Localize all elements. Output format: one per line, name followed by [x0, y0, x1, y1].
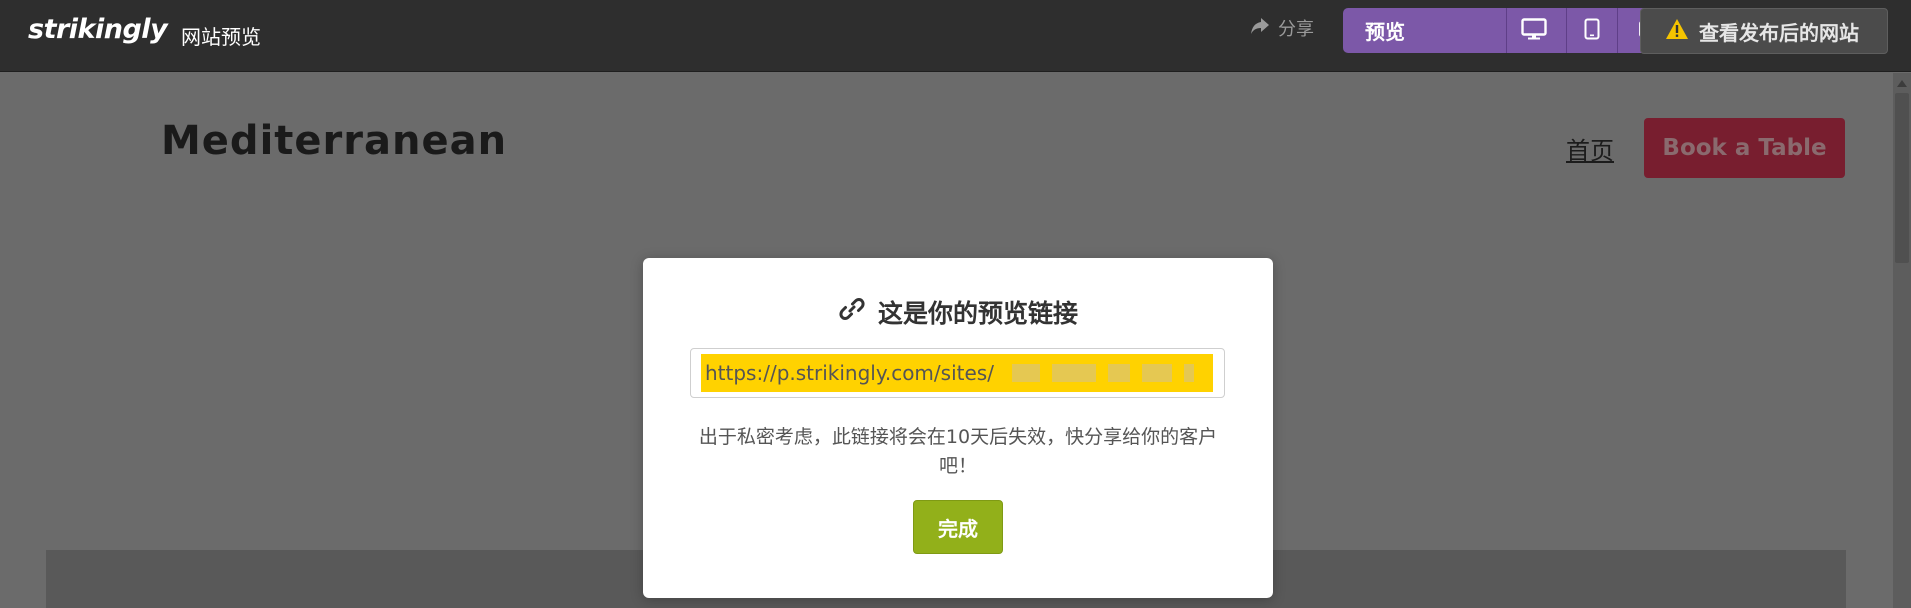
published-label: 查看发布后的网站: [1699, 20, 1859, 45]
url-selection: https://p.strikingly.com/sites/: [701, 354, 1213, 392]
scrollbar-thumb[interactable]: [1895, 93, 1909, 263]
preview-url-input[interactable]: https://p.strikingly.com/sites/: [690, 348, 1225, 398]
share-icon: [1250, 17, 1270, 40]
done-button[interactable]: 完成: [913, 500, 1003, 554]
view-published-site-button[interactable]: 查看发布后的网站: [1640, 8, 1888, 54]
desktop-view-button[interactable]: [1506, 8, 1566, 53]
strikingly-logo[interactable]: strikingly: [28, 14, 168, 45]
top-bar: strikingly 网站预览 分享 预览 查看发布后的网站: [0, 0, 1911, 72]
url-redacted: [1011, 364, 1194, 382]
modal-title: 这是你的预览链接: [643, 294, 1273, 330]
link-icon: [838, 295, 866, 329]
preview-url-text: https://p.strikingly.com/sites/: [705, 361, 994, 385]
share-button[interactable]: 分享: [1250, 15, 1314, 41]
warning-icon: [1665, 18, 1689, 45]
nav-home-link[interactable]: 首页: [1566, 131, 1614, 166]
scroll-up-icon[interactable]: [1897, 80, 1907, 87]
site-title: Mediterranean: [161, 118, 508, 164]
tablet-view-button[interactable]: [1566, 8, 1617, 53]
desktop-icon: [1520, 17, 1547, 44]
preview-toolbar: 预览: [1343, 8, 1669, 53]
modal-title-text: 这是你的预览链接: [877, 299, 1078, 328]
preview-button[interactable]: 预览: [1343, 8, 1506, 53]
page-label: 网站预览: [181, 25, 261, 49]
share-label: 分享: [1278, 19, 1314, 40]
expiry-note: 出于私密考虑，此链接将会在10天后失效，快分享给你的客户吧！: [698, 426, 1218, 477]
book-table-button[interactable]: Book a Table: [1644, 118, 1845, 178]
preview-link-modal: 这是你的预览链接 https://p.strikingly.com/sites/…: [643, 258, 1273, 598]
tablet-icon: [1584, 18, 1600, 44]
